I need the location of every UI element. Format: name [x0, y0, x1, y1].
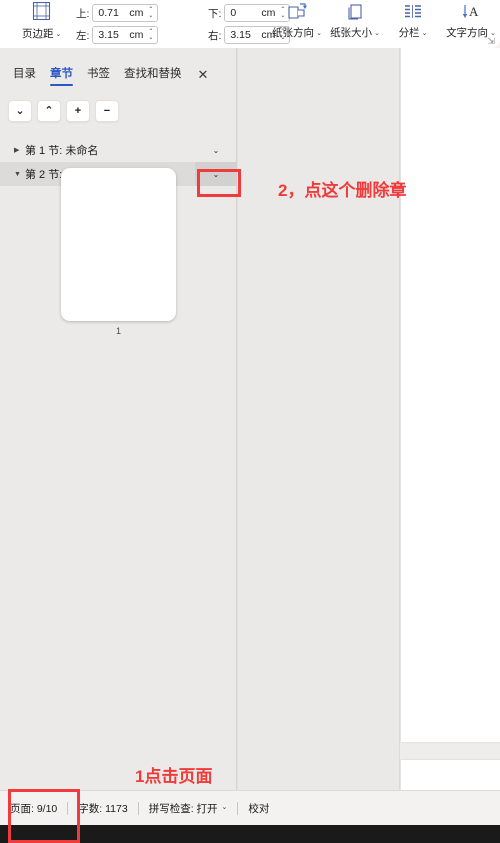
status-spellcheck-label: 拼写检查: 打开: [148, 802, 218, 815]
page-size-button[interactable]: 纸张大小 ⌄: [326, 1, 384, 40]
page-margins-icon[interactable]: [32, 2, 51, 20]
annotation-box-page-status: [8, 789, 80, 843]
status-word-count[interactable]: 字数: 1173: [78, 801, 127, 816]
minus-icon: −: [103, 104, 111, 117]
ribbon-toolbar: 页边距 ⌄ 上: 0.71 cm ⌃ ⌄ 下: 0 cm ⌃ ⌄ 左: 3.15…: [0, 0, 500, 48]
page-margins-label: 页边距: [22, 28, 54, 40]
text-direction-icon: A: [461, 1, 481, 23]
document-page-next[interactable]: [401, 760, 500, 790]
section-menu-chevron-1[interactable]: ⌄: [195, 138, 237, 162]
navigation-button-bar: ⌄ ⌃ + −: [8, 100, 119, 122]
nav-next-button[interactable]: ⌄: [8, 100, 32, 122]
annotation-box-section-chevron: [197, 169, 241, 197]
chevron-down-icon: ⌄: [316, 30, 322, 37]
page-size-label: 纸张大小: [330, 27, 373, 39]
chevron-down-icon: ⌄: [15, 104, 25, 117]
navigation-pane: 目录 章节 书签 查找和替换 ✕ ⌄ ⌃ + − ▶ 第 1 节: 未命名 ⌄ …: [0, 48, 237, 790]
margin-bottom-label: 下:: [208, 7, 222, 20]
margin-left-field[interactable]: 左: 3.15 cm ⌃ ⌄: [76, 26, 159, 44]
status-spellcheck[interactable]: 拼写检查: 打开 ⌄: [149, 801, 228, 816]
nav-prev-button[interactable]: ⌃: [37, 100, 61, 122]
chevron-down-icon: ⌄: [374, 30, 380, 37]
margin-top-value[interactable]: 0.71: [98, 7, 122, 19]
margin-left-unit: cm: [129, 29, 144, 41]
app-root: 页边距 ⌄ 上: 0.71 cm ⌃ ⌄ 下: 0 cm ⌃ ⌄ 左: 3.15…: [0, 0, 500, 843]
columns-button[interactable]: 分栏 ⌄: [384, 1, 442, 40]
margin-left-label: 左:: [76, 29, 90, 42]
margin-bottom-value[interactable]: 0: [230, 7, 254, 19]
margin-right-label: 右:: [208, 29, 222, 42]
status-divider: [237, 801, 239, 815]
chevron-down-icon: ⌄: [55, 31, 62, 38]
document-canvas[interactable]: [237, 48, 500, 790]
page-size-icon: [346, 1, 364, 23]
columns-label: 分栏: [398, 27, 420, 39]
annotation-step-2: 2，点这个删除章: [278, 181, 407, 200]
page-thumbnail-number: 1: [115, 326, 121, 336]
tab-contents[interactable]: 目录: [13, 63, 36, 86]
chevron-up-icon: ⌃: [44, 104, 54, 117]
status-proofread[interactable]: 校对: [248, 801, 269, 816]
ribbon-expander-icon[interactable]: ⇲: [487, 36, 495, 47]
page-orientation-button[interactable]: 纸张方向 ⌄: [268, 1, 326, 40]
page-thumbnail[interactable]: [61, 168, 176, 321]
margin-top-label: 上:: [76, 7, 90, 20]
chevron-down-icon: ⌄: [421, 30, 428, 37]
document-page-current[interactable]: [401, 48, 500, 742]
status-divider: [137, 801, 139, 815]
tab-bookmarks[interactable]: 书签: [87, 63, 110, 86]
section-row-1[interactable]: ▶ 第 1 节: 未命名 ⌄: [0, 138, 237, 162]
close-icon[interactable]: ✕: [198, 68, 209, 81]
plus-icon: +: [74, 104, 82, 117]
navigation-tabs: 目录 章节 书签 查找和替换 ✕: [0, 58, 237, 90]
tab-find-replace[interactable]: 查找和替换: [124, 63, 182, 86]
tab-sections[interactable]: 章节: [50, 63, 73, 86]
text-direction-label: 文字方向: [446, 27, 489, 39]
annotation-step-1: 1点击页面: [135, 767, 213, 786]
page-shadow-column: [238, 48, 400, 790]
margin-right-value[interactable]: 3.15: [230, 29, 254, 41]
nav-remove-section-button[interactable]: −: [95, 100, 119, 122]
page-margins-button[interactable]: 页边距 ⌄: [22, 26, 61, 41]
nav-add-section-button[interactable]: +: [66, 100, 90, 122]
section-label-1: 第 1 节: 未命名: [25, 145, 99, 157]
text-direction-button[interactable]: A 文字方向 ⌄: [442, 1, 500, 40]
margin-top-unit: cm: [129, 7, 144, 19]
margin-left-value[interactable]: 3.15: [98, 29, 122, 41]
columns-icon: [404, 1, 422, 23]
page-orientation-label: 纸张方向: [272, 27, 315, 39]
svg-text:A: A: [469, 4, 479, 19]
page-orientation-icon: [287, 1, 307, 23]
margin-left-stepper[interactable]: ⌃ ⌄: [148, 29, 153, 41]
margin-top-stepper[interactable]: ⌃ ⌄: [148, 7, 153, 19]
margin-top-field[interactable]: 上: 0.71 cm ⌃ ⌄: [76, 4, 159, 22]
triangle-right-icon[interactable]: ▶: [14, 146, 25, 154]
chevron-down-icon: ⌄: [221, 804, 228, 811]
